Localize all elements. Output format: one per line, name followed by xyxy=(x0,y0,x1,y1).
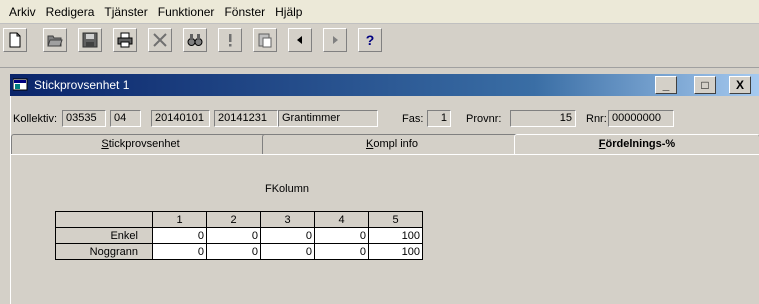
next-button[interactable] xyxy=(323,28,347,52)
grid-header-row: 1 2 3 4 5 xyxy=(55,211,423,228)
grid-cell[interactable]: 0 xyxy=(314,243,369,260)
row-header-enkel: Enkel xyxy=(55,227,153,244)
window-titlebar[interactable]: Stickprovsenhet 1 _ □ X xyxy=(10,74,759,96)
tab-fordelnings[interactable]: Fördelnings-% xyxy=(514,134,759,154)
grid-cell[interactable]: 100 xyxy=(368,227,423,244)
tab-strip: Stickprovsenhet Kompl info Fördelnings-% xyxy=(11,134,759,154)
app-window-icon xyxy=(13,78,28,91)
clipboard-icon xyxy=(258,33,272,48)
provnr-field: 15 xyxy=(510,110,576,127)
delete-x-icon xyxy=(153,33,167,47)
rnr-label: Rnr: xyxy=(586,113,607,125)
column-header: 1 xyxy=(152,211,207,228)
grid-cell[interactable]: 0 xyxy=(260,227,315,244)
column-header: 3 xyxy=(260,211,315,228)
row-header-noggrann: Noggrann xyxy=(55,243,153,260)
menu-funktioner[interactable]: Funktioner xyxy=(153,0,220,24)
maximize-button[interactable]: □ xyxy=(694,76,716,94)
menu-hjalp[interactable]: Hjälp xyxy=(270,0,307,24)
column-header: 4 xyxy=(314,211,369,228)
kollektiv-field-3: 20140101 xyxy=(151,110,210,127)
save-icon xyxy=(82,32,98,48)
distribution-grid: 1 2 3 4 5 Enkel 0 0 0 0 100 Noggrann 0 0… xyxy=(55,211,423,260)
grid-title: FKolumn xyxy=(264,183,310,195)
grid-cell[interactable]: 0 xyxy=(152,227,207,244)
clipboard-button[interactable] xyxy=(253,28,277,52)
toolbar: ? xyxy=(0,24,759,68)
svg-text:?: ? xyxy=(366,32,375,48)
menu-arkiv[interactable]: Arkiv xyxy=(4,0,41,24)
kollektiv-field-5: Grantimmer xyxy=(278,110,378,127)
open-folder-icon xyxy=(47,35,63,47)
grid-cell[interactable]: 100 xyxy=(368,243,423,260)
tab-stickprovsenhet[interactable]: Stickprovsenhet xyxy=(11,134,270,154)
menu-fonster[interactable]: Fönster xyxy=(219,0,270,24)
menu-bar: Arkiv Redigera Tjänster Funktioner Fönst… xyxy=(0,0,759,24)
help-question-icon: ? xyxy=(366,32,375,48)
table-row: Noggrann 0 0 0 0 100 xyxy=(55,243,423,260)
grid-cell[interactable]: 0 xyxy=(314,227,369,244)
exclamation-button[interactable] xyxy=(218,28,242,52)
column-header: 5 xyxy=(368,211,423,228)
next-arrow-icon xyxy=(333,36,338,44)
previous-button[interactable] xyxy=(288,28,312,52)
fas-label: Fas: xyxy=(402,113,424,125)
grid-cell[interactable]: 0 xyxy=(206,227,261,244)
provnr-label: Provnr: xyxy=(466,113,502,125)
find-binoculars-icon xyxy=(187,34,203,46)
exclamation-icon xyxy=(229,34,232,47)
minimize-button[interactable]: _ xyxy=(655,76,677,94)
grid-corner xyxy=(55,211,153,228)
kollektiv-field-2: 04 xyxy=(110,110,141,127)
info-bar: Kollektiv: 03535 04 20140101 20141231 Gr… xyxy=(11,96,759,132)
menu-redigera[interactable]: Redigera xyxy=(41,0,100,24)
rnr-field: 00000000 xyxy=(608,110,674,127)
menu-tjanster[interactable]: Tjänster xyxy=(99,0,152,24)
kollektiv-field-1: 03535 xyxy=(62,110,106,127)
delete-button[interactable] xyxy=(148,28,172,52)
print-button[interactable] xyxy=(113,28,137,52)
window-title: Stickprovsenhet 1 xyxy=(34,78,130,92)
help-button[interactable]: ? xyxy=(358,28,382,52)
new-document-button[interactable] xyxy=(3,28,27,52)
table-row: Enkel 0 0 0 0 100 xyxy=(55,227,423,244)
grid-cell[interactable]: 0 xyxy=(152,243,207,260)
grid-cell[interactable]: 0 xyxy=(206,243,261,260)
print-icon xyxy=(117,32,133,48)
tab-kompl-info[interactable]: Kompl info xyxy=(262,134,522,154)
find-button[interactable] xyxy=(183,28,207,52)
open-button[interactable] xyxy=(43,28,67,52)
window-body: Kollektiv: 03535 04 20140101 20141231 Gr… xyxy=(10,96,759,304)
previous-arrow-icon xyxy=(297,36,302,44)
new-document-icon xyxy=(9,32,21,48)
tab-panel-fordelnings: FKolumn 1 2 3 4 5 Enkel 0 0 0 0 100 Nogg… xyxy=(11,154,759,304)
fas-field: 1 xyxy=(427,110,451,127)
column-header: 2 xyxy=(206,211,261,228)
close-button[interactable]: X xyxy=(729,76,751,94)
grid-cell[interactable]: 0 xyxy=(260,243,315,260)
kollektiv-label: Kollektiv: xyxy=(13,113,58,125)
kollektiv-field-4: 20141231 xyxy=(214,110,278,127)
save-button[interactable] xyxy=(78,28,102,52)
